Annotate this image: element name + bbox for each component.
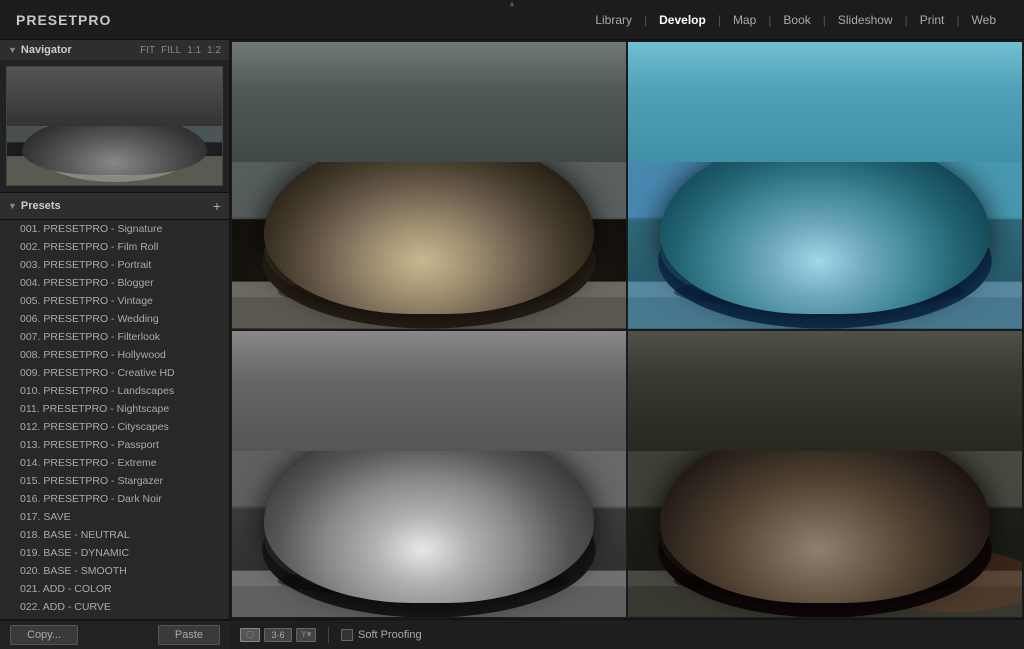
navigator-title: ▼ Navigator [8, 44, 72, 56]
preset-item[interactable]: 013. PRESETPRO - Passport [0, 436, 229, 454]
left-panel: ▼ Navigator FIT FILL 1:1 1:2 [0, 40, 230, 619]
preset-item[interactable]: 012. PRESETPRO - Cityscapes [0, 418, 229, 436]
navigator-controls: FIT FILL 1:1 1:2 [140, 45, 221, 56]
nav-image-svg [7, 67, 222, 185]
top-arrow-indicator: ▲ [508, 0, 516, 8]
preset-item[interactable]: 009. PRESETPRO - Creative HD [0, 364, 229, 382]
nav-slideshow[interactable]: Slideshow [826, 13, 905, 27]
preset-item[interactable]: 002. PRESETPRO - Film Roll [0, 238, 229, 256]
nav-fill[interactable]: FILL [161, 45, 181, 56]
nav-print[interactable]: Print [908, 13, 957, 27]
preset-item[interactable]: 008. PRESETPRO - Hollywood [0, 346, 229, 364]
preset-item[interactable]: 018. BASE - NEUTRAL [0, 526, 229, 544]
image-canvas-4 [628, 331, 1022, 618]
copy-button[interactable]: Copy... [10, 625, 78, 645]
image-canvas-1 [232, 42, 626, 329]
presets-chevron: ▼ [8, 201, 17, 211]
paste-button[interactable]: Paste [158, 625, 220, 645]
navigator-chevron: ▼ [8, 45, 17, 55]
soft-proofing-label: Soft Proofing [358, 629, 422, 641]
preset-item[interactable]: 001. PRESETPRO - Signature [0, 220, 229, 238]
preset-item[interactable]: 004. PRESETPRO - Blogger [0, 274, 229, 292]
image-svg-1 [232, 42, 626, 329]
compare-view-icon[interactable]: 3·6 [264, 628, 292, 642]
preset-item[interactable]: 015. PRESETPRO - Stargazer [0, 472, 229, 490]
loupe-view-icon[interactable]: Y▾ [296, 628, 316, 642]
nav-1-1[interactable]: 1:1 [187, 45, 201, 56]
bottom-right-toolbar: ▢ 3·6 Y▾ Soft Proofing [230, 620, 1024, 649]
grid-view-icon[interactable]: ▢ [240, 628, 260, 642]
preset-item[interactable]: 003. PRESETPRO - Portrait [0, 256, 229, 274]
preset-item[interactable]: 011. PRESETPRO - Nightscape [0, 400, 229, 418]
toolbar-separator [328, 627, 329, 643]
preset-item[interactable]: 010. PRESETPRO - Landscapes [0, 382, 229, 400]
preset-item[interactable]: 021. ADD - COLOR [0, 580, 229, 598]
presets-label: Presets [21, 200, 61, 212]
image-canvas-3 [232, 331, 626, 618]
view-icons-group: ▢ 3·6 Y▾ [240, 628, 316, 642]
app-logo: PRESETPRO [16, 12, 111, 28]
nav-map[interactable]: Map [721, 13, 768, 27]
image-svg-3 [232, 331, 626, 618]
image-cell-4[interactable] [628, 331, 1022, 618]
preset-item[interactable]: 019. BASE - DYNAMIC [0, 544, 229, 562]
navigator-section: ▼ Navigator FIT FILL 1:1 1:2 [0, 40, 229, 193]
preset-item[interactable]: 020. BASE - SMOOTH [0, 562, 229, 580]
navigator-preview [0, 60, 229, 192]
bottom-bar: Copy... Paste ▢ 3·6 Y▾ Soft Proofing [0, 619, 1024, 649]
nav-book[interactable]: Book [771, 13, 822, 27]
image-canvas-2 [628, 42, 1022, 329]
preset-item[interactable]: 017. SAVE [0, 508, 229, 526]
preset-item[interactable]: 016. PRESETPRO - Dark Noir [0, 490, 229, 508]
navigator-header[interactable]: ▼ Navigator FIT FILL 1:1 1:2 [0, 40, 229, 60]
nav-links: Library | Develop | Map | Book | Slidesh… [583, 13, 1008, 27]
image-cell-3[interactable] [232, 331, 626, 618]
preset-item[interactable]: 007. PRESETPRO - Filterlook [0, 328, 229, 346]
preset-item[interactable]: 023. ADD - FX [0, 616, 229, 619]
image-cell-1[interactable] [232, 42, 626, 329]
main-layout: ▼ Navigator FIT FILL 1:1 1:2 [0, 40, 1024, 619]
presets-section: ▼ Presets + 001. PRESETPRO - Signature00… [0, 193, 229, 619]
presets-header[interactable]: ▼ Presets + [0, 193, 229, 220]
navigator-label: Navigator [21, 44, 72, 56]
soft-proofing-checkbox[interactable] [341, 629, 353, 641]
nav-library[interactable]: Library [583, 13, 644, 27]
nav-1-2[interactable]: 1:2 [207, 45, 221, 56]
soft-proofing-group: Soft Proofing [341, 629, 422, 641]
image-cell-2[interactable] [628, 42, 1022, 329]
nav-web[interactable]: Web [960, 13, 1008, 27]
image-svg-4 [628, 331, 1022, 618]
image-svg-2 [628, 42, 1022, 329]
nav-fit[interactable]: FIT [140, 45, 155, 56]
preset-item[interactable]: 022. ADD - CURVE [0, 598, 229, 616]
nav-thumbnail [6, 66, 223, 186]
preset-item[interactable]: 005. PRESETPRO - Vintage [0, 292, 229, 310]
presets-title: ▼ Presets [8, 200, 61, 212]
nav-develop[interactable]: Develop [647, 13, 718, 27]
presets-list: 001. PRESETPRO - Signature002. PRESETPRO… [0, 220, 229, 619]
image-grid [230, 40, 1024, 619]
presets-add-icon[interactable]: + [213, 198, 221, 214]
bottom-left: Copy... Paste [0, 620, 230, 649]
preset-item[interactable]: 014. PRESETPRO - Extreme [0, 454, 229, 472]
preset-item[interactable]: 006. PRESETPRO - Wedding [0, 310, 229, 328]
